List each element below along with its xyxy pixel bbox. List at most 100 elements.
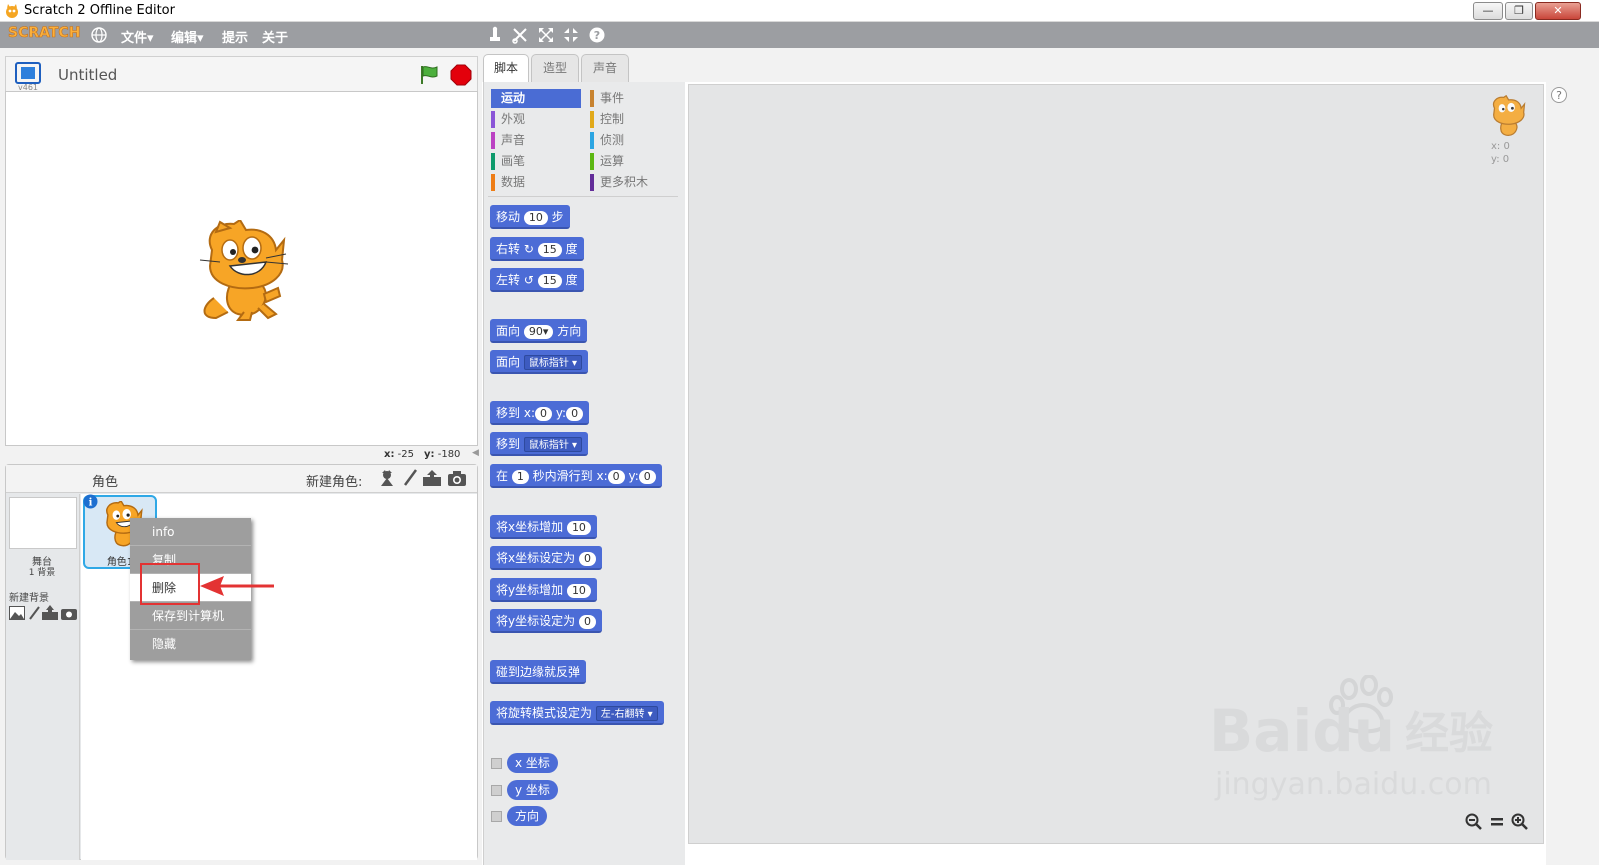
block-bounce[interactable]: 碰到边缘就反弹 [490, 660, 587, 684]
duplicate-stamp-icon[interactable] [486, 26, 504, 44]
menu-edit[interactable]: 编辑▾ [171, 27, 204, 46]
block-text: 将y坐标增加 [496, 583, 564, 597]
reporter-direction[interactable]: 方向 [507, 806, 548, 826]
block-input[interactable]: 90▾ [523, 324, 554, 339]
upload-backdrop-icon[interactable] [42, 605, 58, 620]
ctx-info[interactable]: info [130, 518, 251, 546]
menu-about[interactable]: 关于 [262, 27, 288, 46]
category-operators[interactable]: 运算 [590, 152, 680, 171]
block-dropdown[interactable]: 左-右翻转 ▾ [595, 706, 658, 721]
ctx-hide[interactable]: 隐藏 [130, 630, 251, 658]
block-input[interactable]: 0 [578, 614, 596, 629]
scripts-area[interactable]: x: 0 y: 0 Baidu 经验 jingyan.baidu.com [688, 84, 1544, 844]
block-input[interactable]: 1 [511, 469, 529, 484]
stage-canvas[interactable] [5, 91, 478, 446]
x-label: x: [1491, 141, 1501, 152]
block-rotation-style[interactable]: 将旋转模式设定为 左-右翻转 ▾ [490, 701, 664, 725]
reporter-x-position[interactable]: x 坐标 [507, 753, 558, 773]
zoom-in-icon[interactable] [1511, 813, 1529, 831]
block-go-to[interactable]: 移到 鼠标指针 ▾ [490, 432, 589, 456]
help-icon[interactable]: ? [588, 26, 606, 44]
block-text: 右转 [496, 242, 521, 256]
checkbox-x-position[interactable] [491, 758, 502, 769]
minimize-button[interactable]: — [1473, 2, 1503, 20]
collapse-stage-icon[interactable]: ◀ [472, 448, 482, 462]
globe-icon[interactable] [90, 26, 108, 44]
block-move[interactable]: 移动 10 步 [490, 205, 570, 229]
ctx-save-to-computer[interactable]: 保存到计算机 [130, 602, 251, 630]
block-input[interactable]: 0 [607, 469, 625, 484]
checkbox-direction[interactable] [491, 811, 502, 822]
block-text: 在 [496, 469, 509, 483]
grow-icon[interactable] [537, 26, 555, 44]
block-input[interactable]: 15 [537, 242, 562, 257]
cat-sprite[interactable] [194, 218, 290, 322]
category-sound[interactable]: 声音 [491, 131, 581, 150]
category-label: 数据 [501, 175, 526, 189]
block-change-x[interactable]: 将x坐标增加 10 [490, 515, 597, 539]
block-set-x[interactable]: 将x坐标设定为 0 [490, 546, 602, 570]
block-turn-left[interactable]: 左转 ↺ 15 度 [490, 268, 584, 292]
shrink-icon[interactable] [562, 26, 580, 44]
block-change-y[interactable]: 将y坐标增加 10 [490, 578, 597, 602]
info-icon[interactable]: i [83, 494, 98, 509]
block-input[interactable]: 0 [535, 406, 552, 421]
backdrop-count: 1 背景 [28, 568, 56, 578]
reporter-y-position[interactable]: y 坐标 [507, 780, 558, 800]
close-button[interactable]: ✕ [1535, 2, 1581, 20]
red-arrow-annotation [198, 574, 276, 598]
svg-text:i: i [89, 498, 93, 509]
block-input[interactable]: 0 [578, 551, 596, 566]
stop-icon[interactable] [450, 64, 472, 86]
sprite-library-icon[interactable] [378, 469, 396, 487]
paint-new-sprite-icon[interactable] [402, 469, 418, 487]
sprite-x-readout: x: 0 [1491, 141, 1510, 152]
checkbox-y-position[interactable] [491, 785, 502, 796]
block-point-in-direction[interactable]: 面向 90▾ 方向 [490, 319, 588, 343]
block-input[interactable]: 15 [537, 273, 562, 288]
block-input[interactable]: 0 [638, 469, 656, 484]
project-title[interactable]: Untitled [58, 66, 117, 84]
category-more-blocks[interactable]: 更多积木 [590, 173, 680, 192]
green-flag-icon[interactable] [418, 64, 440, 86]
x-value: 0 [1503, 141, 1510, 152]
zoom-out-icon[interactable] [1465, 813, 1483, 831]
block-point-towards[interactable]: 面向 鼠标指针 ▾ [490, 350, 589, 374]
category-looks[interactable]: 外观 [491, 110, 581, 129]
backdrop-camera-icon[interactable] [61, 606, 77, 620]
category-sensing[interactable]: 侦测 [590, 131, 680, 150]
block-input[interactable]: 10 [566, 583, 591, 598]
backdrop-library-icon[interactable] [9, 606, 25, 620]
help-tips-icon[interactable]: ? [1550, 86, 1568, 104]
delete-scissors-icon[interactable] [511, 26, 529, 44]
category-control[interactable]: 控制 [590, 110, 680, 129]
block-input[interactable]: 0 [566, 406, 584, 421]
tab-scripts[interactable]: 脚本 [483, 54, 529, 83]
block-text: 步 [551, 210, 564, 224]
restore-button[interactable]: ❐ [1505, 2, 1533, 20]
category-motion[interactable]: 运动 [491, 89, 581, 108]
category-color-bar [491, 174, 495, 191]
tab-sounds[interactable]: 声音 [581, 54, 629, 82]
category-data[interactable]: 数据 [491, 173, 581, 192]
block-dropdown[interactable]: 鼠标指针 ▾ [523, 437, 583, 452]
category-events[interactable]: 事件 [590, 89, 680, 108]
camera-icon[interactable] [447, 469, 467, 487]
block-input[interactable]: 10 [566, 520, 591, 535]
category-pen[interactable]: 画笔 [491, 152, 581, 171]
scratch-logo[interactable]: SCRATCH [8, 25, 81, 42]
block-go-to-xy[interactable]: 移到 x: 0 y: 0 [490, 401, 590, 425]
zoom-reset-icon[interactable] [1489, 813, 1505, 831]
stage-thumbnail[interactable] [9, 497, 77, 549]
block-turn-right[interactable]: 右转 ↻ 15 度 [490, 237, 584, 261]
menu-tips[interactable]: 提示 [222, 27, 248, 46]
block-glide[interactable]: 在 1 秒内滑行到 x: 0 y: 0 [490, 464, 662, 488]
upload-sprite-icon[interactable] [422, 469, 442, 487]
block-input[interactable]: 10 [523, 210, 548, 225]
block-dropdown[interactable]: 鼠标指针 ▾ [523, 355, 583, 370]
paint-backdrop-icon[interactable] [28, 606, 40, 620]
tab-costumes[interactable]: 造型 [531, 54, 579, 82]
block-set-y[interactable]: 将y坐标设定为 0 [490, 609, 602, 633]
dropdown-value: 左-右翻转 [600, 709, 645, 720]
menu-file[interactable]: 文件▾ [121, 27, 154, 46]
